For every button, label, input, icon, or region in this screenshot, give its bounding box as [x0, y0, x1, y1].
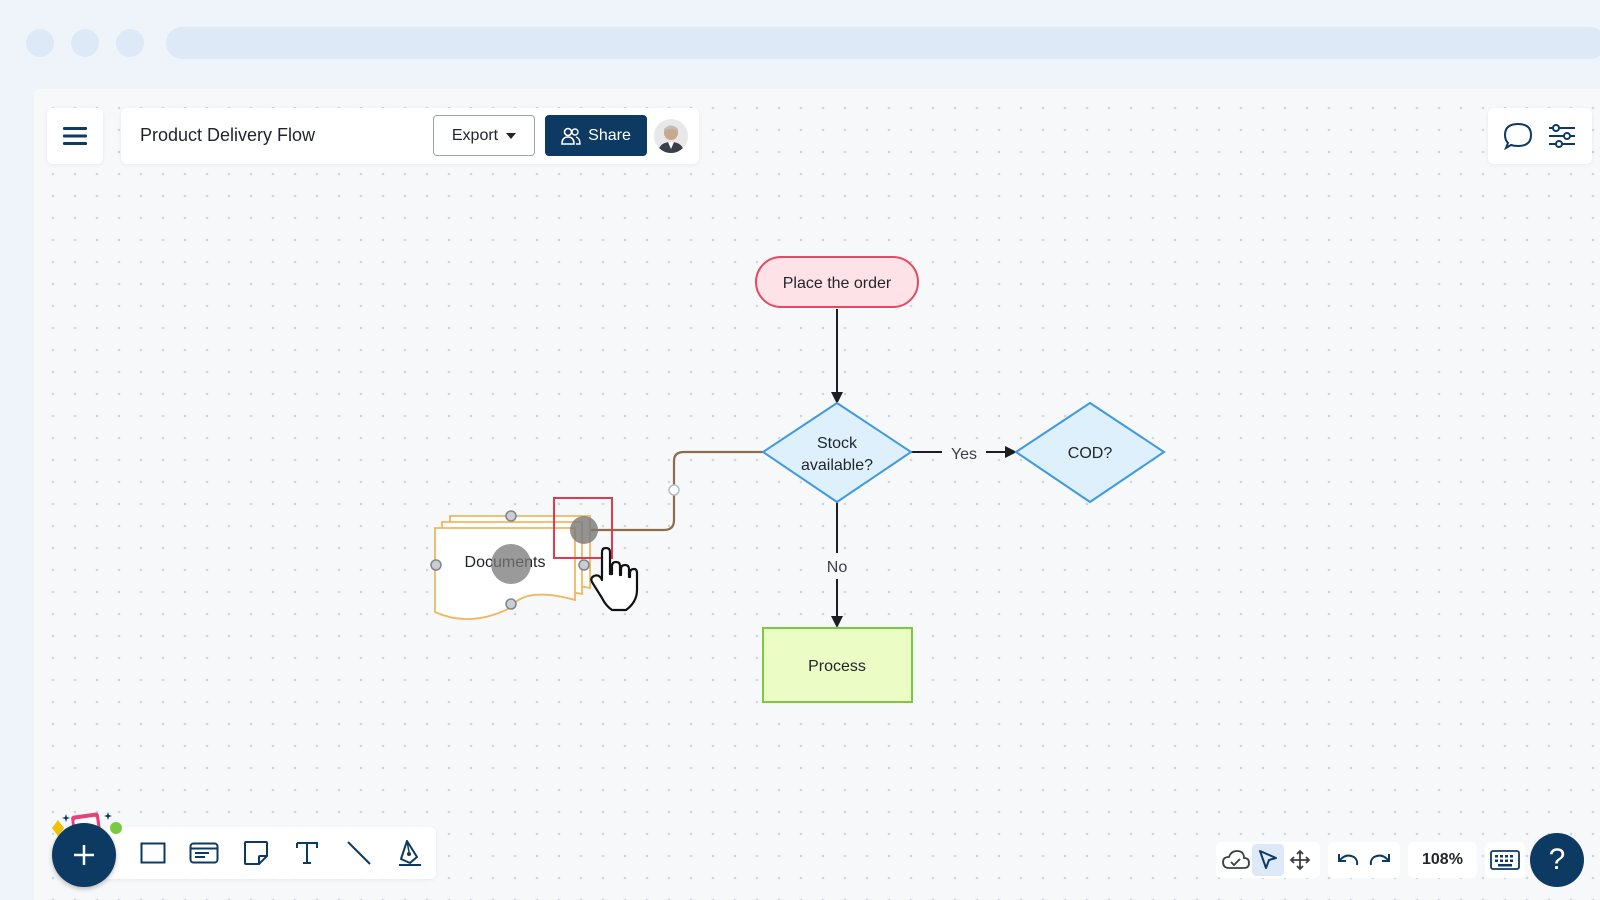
document-title[interactable]: Product Delivery Flow [140, 125, 315, 146]
connection-point[interactable] [570, 516, 598, 544]
edge-label-no: No [827, 559, 848, 576]
node-decision-stock-label-line1: Stock [817, 435, 858, 452]
sticky-note-icon [243, 841, 268, 865]
comments-button[interactable] [1503, 122, 1533, 150]
share-button[interactable]: Share [545, 115, 647, 156]
people-icon [561, 127, 581, 145]
export-button[interactable]: Export [433, 115, 535, 156]
hamburger-icon [63, 127, 87, 145]
history-group [1328, 842, 1400, 878]
resize-handle-left[interactable] [430, 559, 442, 571]
resize-handle-right[interactable] [578, 559, 590, 571]
text-tool[interactable] [282, 827, 334, 879]
redo-button[interactable] [1364, 844, 1396, 876]
node-decision-cod-label: COD? [1068, 445, 1113, 462]
chat-bubble-icon [1503, 122, 1533, 150]
plus-icon [74, 845, 94, 865]
pen-tool[interactable] [385, 827, 437, 879]
main-menu-button[interactable] [47, 108, 103, 164]
export-label: Export [451, 126, 499, 144]
node-start-label: Place the order [783, 275, 892, 292]
move-icon [1289, 849, 1311, 871]
node-process-label: Process [808, 658, 866, 675]
settings-button[interactable] [1547, 123, 1577, 149]
connector-waypoint-handle[interactable] [668, 484, 680, 496]
view-controls: 108% [1216, 840, 1533, 880]
line-tool[interactable] [333, 827, 385, 879]
undo-icon [1338, 854, 1359, 866]
document-header: Product Delivery Flow Export Share [121, 108, 699, 164]
resize-handle-top[interactable] [505, 510, 517, 522]
node-decision-stock-label-line2: available? [801, 457, 873, 474]
share-label: Share [588, 126, 631, 144]
node-decision-stock[interactable] [761, 401, 913, 504]
zoom-level[interactable]: 108% [1412, 851, 1473, 869]
keyboard-group [1484, 842, 1525, 878]
cloud-sync-button[interactable] [1220, 844, 1252, 876]
edge-label-yes: Yes [951, 446, 977, 463]
select-tool-button[interactable] [1252, 844, 1284, 876]
card-tool[interactable] [179, 827, 231, 879]
avatar[interactable] [654, 119, 688, 153]
cloud-icon [1222, 850, 1250, 869]
drag-touch-indicator [491, 544, 531, 584]
add-shape-button[interactable] [52, 823, 116, 887]
help-button[interactable]: ? [1530, 833, 1584, 887]
user-avatar-icon [654, 119, 688, 153]
zoom-group: 108% [1408, 842, 1477, 878]
redo-icon [1369, 854, 1390, 866]
pointer-icon [1259, 850, 1277, 869]
rectangle-tool[interactable] [127, 827, 179, 879]
line-icon [347, 841, 371, 865]
question-icon: ? [1548, 843, 1566, 876]
pen-icon [399, 840, 422, 866]
caret-down-icon [506, 132, 517, 139]
top-right-toolbar [1488, 108, 1592, 164]
undo-button[interactable] [1332, 844, 1364, 876]
rectangle-icon [140, 842, 166, 864]
sticky-note-tool[interactable] [230, 827, 282, 879]
shape-toolbar [102, 827, 436, 879]
sliders-icon [1549, 124, 1575, 148]
text-icon [296, 842, 319, 864]
resize-handle-bottom[interactable] [505, 598, 517, 610]
pan-tool-button[interactable] [1284, 844, 1316, 876]
keyboard-shortcuts-button[interactable] [1489, 844, 1521, 876]
tool-mode-group [1216, 842, 1320, 878]
card-icon [189, 842, 219, 864]
keyboard-icon [1490, 850, 1520, 870]
